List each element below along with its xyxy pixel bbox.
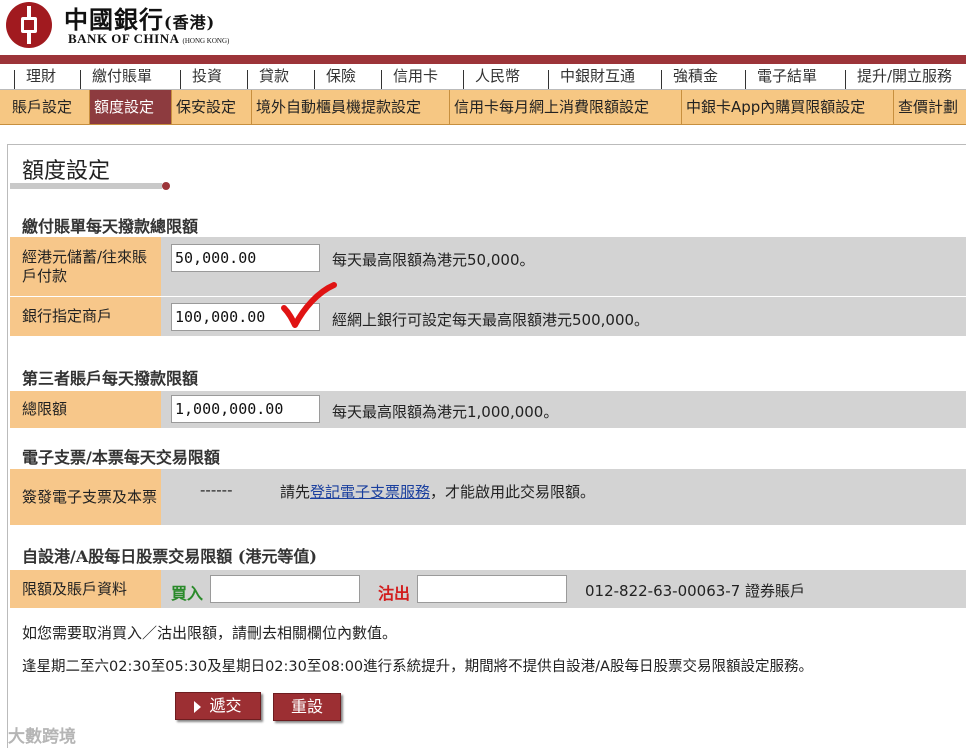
bank-name-cn: 中國銀行(香港) (64, 5, 216, 34)
limit-row-hkd-account: 經港元儲蓄/往來賬戶付款 50,000.00 每天最高限額為港元50,000。 (10, 237, 966, 296)
tab-app-purchase-limit[interactable]: 中銀卡App內購買限額設定 (682, 90, 894, 124)
bank-logo-icon (6, 2, 52, 48)
hkd-account-limit-input[interactable]: 50,000.00 (171, 244, 320, 272)
reset-button[interactable]: 重設 (273, 693, 341, 721)
row-description: 經網上銀行可設定每天最高限額港元500,000。 (332, 311, 650, 329)
page-title: 額度設定 (22, 159, 111, 184)
main-nav: 理財 繳付賬單 投資 貸款 保險 信用卡 人民幣 中銀財互通 強積金 電子結單 … (0, 64, 966, 90)
submit-button[interactable]: 遞交 (175, 692, 261, 720)
bank-name-en: BANK OF CHINA (HONG KONG) (68, 31, 230, 46)
nav-item-loans[interactable]: 貸款 (247, 64, 289, 90)
row-description: 每天最高限額為港元50,000。 (332, 251, 535, 269)
watermark-logo: 大數跨境 (8, 727, 76, 747)
tab-security-settings[interactable]: 保安設定 (172, 90, 252, 124)
nav-item-rmb[interactable]: 人民幣 (463, 64, 520, 90)
sell-label: 沽出 (378, 584, 411, 603)
row-label: 總限額 (10, 391, 161, 428)
row-label: 經港元儲蓄/往來賬戶付款 (10, 237, 161, 296)
title-underline (10, 183, 162, 189)
nav-item-mpf[interactable]: 強積金 (661, 64, 718, 90)
echeque-placeholder-dashes: ------ (200, 481, 233, 499)
row-description: 每天最高限額為港元1,000,000。 (332, 403, 559, 421)
check-mark-icon (281, 282, 337, 328)
tab-overseas-atm-settings[interactable]: 境外自動櫃員機提款設定 (252, 90, 450, 124)
sub-nav: 賬戶設定 額度設定 保安設定 境外自動櫃員機提款設定 信用卡每月網上消費限額設定… (0, 90, 966, 125)
nav-item-insurance[interactable]: 保險 (314, 64, 356, 90)
securities-account-number: 012-822-63-00063-7 證券賬戶 (585, 582, 806, 600)
third-party-limit-input[interactable]: 1,000,000.00 (171, 395, 320, 423)
arrow-right-icon (194, 700, 202, 713)
row-label: 限額及賬戶資料 (10, 570, 161, 608)
nav-item-investment[interactable]: 投資 (180, 64, 222, 90)
register-echeque-link[interactable]: 登記電子支票服務 (310, 483, 430, 501)
row-description: 請先登記電子支票服務，才能啟用此交易限額。 (280, 483, 596, 501)
header: 中國銀行(香港) BANK OF CHINA (HONG KONG) (0, 0, 966, 52)
section-title-stock-limit: 自設港/A股每日股票交易限額 (港元等值) (22, 547, 317, 566)
nav-item-bill-payment[interactable]: 繳付賬單 (80, 64, 152, 90)
nav-item-boc-connect[interactable]: 中銀財互通 (548, 64, 635, 90)
tab-price-plan[interactable]: 查價計劃 (894, 90, 966, 124)
row-label: 簽發電子支票及本票 (10, 469, 161, 525)
tab-credit-card-limit[interactable]: 信用卡每月網上消費限額設定 (450, 90, 682, 124)
buy-label: 買入 (171, 584, 204, 603)
nav-item-wealth[interactable]: 理財 (14, 64, 56, 90)
header-divider (0, 55, 966, 64)
nav-item-upgrade-service[interactable]: 提升/開立服務 (845, 64, 952, 90)
buy-limit-input[interactable] (210, 575, 360, 603)
section-title-echeque: 電子支票/本票每天交易限額 (22, 448, 220, 467)
row-label: 銀行指定商戶 (10, 297, 161, 336)
limit-row-third-party-total: 總限額 1,000,000.00 每天最高限額為港元1,000,000。 (10, 391, 966, 428)
title-dot-icon (162, 182, 170, 190)
nav-item-e-statement[interactable]: 電子結單 (745, 64, 817, 90)
sell-limit-input[interactable] (417, 575, 567, 603)
nav-item-credit-card[interactable]: 信用卡 (381, 64, 438, 90)
tab-limit-settings[interactable]: 額度設定 (90, 90, 172, 124)
maintenance-note: 逢星期二至六02:30至05:30及星期日02:30至08:00進行系統提升，期… (22, 659, 813, 675)
limit-row-stock: 限額及賬戶資料 買入 沽出 012-822-63-00063-7 證券賬戶 (10, 570, 966, 608)
limit-row-echeque: 簽發電子支票及本票 ------ 請先登記電子支票服務，才能啟用此交易限額。 (10, 469, 966, 525)
tab-account-settings[interactable]: 賬戶設定 (8, 90, 90, 124)
limit-row-designated-merchant: 銀行指定商戶 100,000.00 經網上銀行可設定每天最高限額港元500,00… (10, 297, 966, 336)
section-title-third-party: 第三者賬戶每天撥款限額 (22, 369, 199, 388)
cancel-limit-note: 如您需要取消買入／沽出限額，請刪去相關欄位內數值。 (22, 624, 398, 642)
section-title-bill-payment: 繳付賬單每天撥款總限額 (22, 217, 199, 236)
